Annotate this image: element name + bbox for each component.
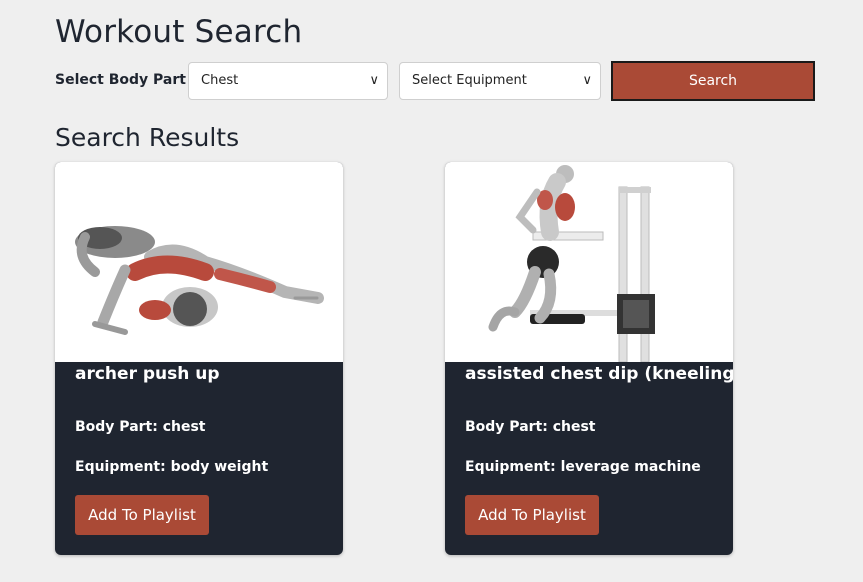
equipment-text: Equipment: leverage machine xyxy=(465,459,701,475)
body-part-text: Body Part: chest xyxy=(465,419,596,435)
body-part-label: Select Body Part xyxy=(55,72,186,88)
page-title: Workout Search xyxy=(55,14,303,50)
search-bar: Select Body Part Chest ∨ Select Equipmen… xyxy=(55,61,815,101)
body-part-select[interactable]: Chest ∨ xyxy=(188,62,388,100)
body-part-select-value: Chest xyxy=(201,73,239,88)
exercise-name: archer push up xyxy=(75,364,220,384)
equipment-select-value: Select Equipment xyxy=(412,73,527,88)
results-title: Search Results xyxy=(55,123,240,152)
search-button[interactable]: Search xyxy=(611,61,815,101)
chevron-down-icon: ∨ xyxy=(369,73,379,88)
body-part-text: Body Part: chest xyxy=(75,419,206,435)
add-to-playlist-button[interactable]: Add To Playlist xyxy=(75,495,209,535)
add-to-playlist-button[interactable]: Add To Playlist xyxy=(465,495,599,535)
equipment-text: Equipment: body weight xyxy=(75,459,269,475)
exercise-card: assisted chest dip (kneeling) Body Part:… xyxy=(445,162,733,555)
exercise-image xyxy=(55,162,343,362)
chevron-down-icon: ∨ xyxy=(582,73,592,88)
exercise-image xyxy=(445,162,733,362)
equipment-select[interactable]: Select Equipment ∨ xyxy=(399,62,601,100)
exercise-card: archer push up Body Part: chest Equipmen… xyxy=(55,162,343,555)
exercise-name: assisted chest dip (kneeling) xyxy=(465,364,733,384)
